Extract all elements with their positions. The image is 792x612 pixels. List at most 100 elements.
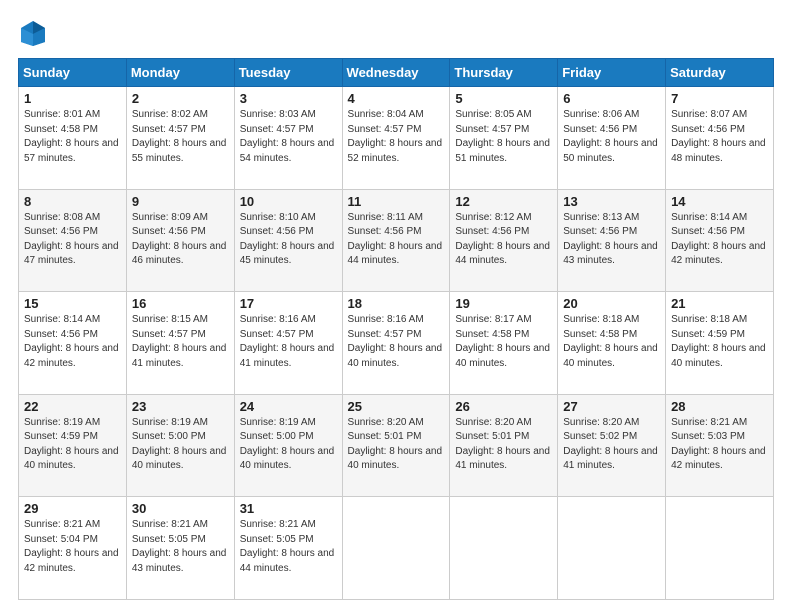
cell-text: Sunrise: 8:04 AMSunset: 4:57 PMDaylight:…	[348, 109, 443, 164]
cell-text: Sunrise: 8:15 AMSunset: 4:57 PMDaylight:…	[132, 314, 227, 369]
calendar-week-5: 29 Sunrise: 8:21 AMSunset: 5:04 PMDayligh…	[19, 497, 774, 600]
day-number: 4	[348, 91, 445, 106]
calendar-cell	[666, 497, 774, 600]
cell-text: Sunrise: 8:20 AMSunset: 5:01 PMDaylight:…	[348, 417, 443, 472]
cell-text: Sunrise: 8:14 AMSunset: 4:56 PMDaylight:…	[24, 314, 119, 369]
day-number: 6	[563, 91, 660, 106]
day-number: 20	[563, 296, 660, 311]
day-number: 25	[348, 399, 445, 414]
logo-icon	[18, 18, 48, 48]
day-number: 19	[455, 296, 552, 311]
calendar-cell	[450, 497, 558, 600]
day-number: 9	[132, 194, 229, 209]
calendar-cell	[342, 497, 450, 600]
cell-text: Sunrise: 8:16 AMSunset: 4:57 PMDaylight:…	[240, 314, 335, 369]
day-number: 16	[132, 296, 229, 311]
cell-text: Sunrise: 8:06 AMSunset: 4:56 PMDaylight:…	[563, 109, 658, 164]
day-number: 7	[671, 91, 768, 106]
cell-text: Sunrise: 8:21 AMSunset: 5:04 PMDaylight:…	[24, 519, 119, 574]
calendar-cell	[558, 497, 666, 600]
col-header-thursday: Thursday	[450, 59, 558, 87]
calendar-week-4: 22 Sunrise: 8:19 AMSunset: 4:59 PMDayligh…	[19, 394, 774, 497]
day-number: 29	[24, 501, 121, 516]
day-number: 1	[24, 91, 121, 106]
cell-text: Sunrise: 8:09 AMSunset: 4:56 PMDaylight:…	[132, 212, 227, 267]
day-number: 31	[240, 501, 337, 516]
calendar-cell: 27 Sunrise: 8:20 AMSunset: 5:02 PMDayligh…	[558, 394, 666, 497]
day-number: 21	[671, 296, 768, 311]
col-header-saturday: Saturday	[666, 59, 774, 87]
cell-text: Sunrise: 8:11 AMSunset: 4:56 PMDaylight:…	[348, 212, 443, 267]
calendar-cell: 25 Sunrise: 8:20 AMSunset: 5:01 PMDayligh…	[342, 394, 450, 497]
cell-text: Sunrise: 8:18 AMSunset: 4:58 PMDaylight:…	[563, 314, 658, 369]
cell-text: Sunrise: 8:20 AMSunset: 5:01 PMDaylight:…	[455, 417, 550, 472]
day-number: 12	[455, 194, 552, 209]
day-number: 3	[240, 91, 337, 106]
logo	[18, 18, 52, 48]
col-header-sunday: Sunday	[19, 59, 127, 87]
calendar-cell: 17 Sunrise: 8:16 AMSunset: 4:57 PMDayligh…	[234, 292, 342, 395]
calendar-cell: 4 Sunrise: 8:04 AMSunset: 4:57 PMDaylight…	[342, 87, 450, 190]
day-number: 24	[240, 399, 337, 414]
cell-text: Sunrise: 8:19 AMSunset: 5:00 PMDaylight:…	[240, 417, 335, 472]
day-number: 2	[132, 91, 229, 106]
cell-text: Sunrise: 8:14 AMSunset: 4:56 PMDaylight:…	[671, 212, 766, 267]
day-number: 10	[240, 194, 337, 209]
cell-text: Sunrise: 8:10 AMSunset: 4:56 PMDaylight:…	[240, 212, 335, 267]
calendar-cell: 20 Sunrise: 8:18 AMSunset: 4:58 PMDayligh…	[558, 292, 666, 395]
calendar-cell: 9 Sunrise: 8:09 AMSunset: 4:56 PMDaylight…	[126, 189, 234, 292]
day-number: 11	[348, 194, 445, 209]
calendar-week-1: 1 Sunrise: 8:01 AMSunset: 4:58 PMDaylight…	[19, 87, 774, 190]
cell-text: Sunrise: 8:07 AMSunset: 4:56 PMDaylight:…	[671, 109, 766, 164]
header	[18, 18, 774, 48]
day-number: 22	[24, 399, 121, 414]
cell-text: Sunrise: 8:13 AMSunset: 4:56 PMDaylight:…	[563, 212, 658, 267]
calendar-cell: 21Sunrise: 8:18 AMSunset: 4:59 PMDayligh…	[666, 292, 774, 395]
day-number: 17	[240, 296, 337, 311]
calendar-cell: 24 Sunrise: 8:19 AMSunset: 5:00 PMDayligh…	[234, 394, 342, 497]
col-header-tuesday: Tuesday	[234, 59, 342, 87]
cell-text: Sunrise: 8:12 AMSunset: 4:56 PMDaylight:…	[455, 212, 550, 267]
calendar-cell: 26Sunrise: 8:20 AMSunset: 5:01 PMDayligh…	[450, 394, 558, 497]
day-number: 30	[132, 501, 229, 516]
cell-text: Sunrise: 8:03 AMSunset: 4:57 PMDaylight:…	[240, 109, 335, 164]
day-number: 23	[132, 399, 229, 414]
calendar-cell: 12 Sunrise: 8:12 AMSunset: 4:56 PMDayligh…	[450, 189, 558, 292]
day-number: 5	[455, 91, 552, 106]
cell-text: Sunrise: 8:01 AMSunset: 4:58 PMDaylight:…	[24, 109, 119, 164]
cell-text: Sunrise: 8:05 AMSunset: 4:57 PMDaylight:…	[455, 109, 550, 164]
cell-text: Sunrise: 8:20 AMSunset: 5:02 PMDaylight:…	[563, 417, 658, 472]
col-header-friday: Friday	[558, 59, 666, 87]
calendar-cell: 15Sunrise: 8:14 AMSunset: 4:56 PMDayligh…	[19, 292, 127, 395]
cell-text: Sunrise: 8:19 AMSunset: 5:00 PMDaylight:…	[132, 417, 227, 472]
calendar-cell: 10 Sunrise: 8:10 AMSunset: 4:56 PMDayligh…	[234, 189, 342, 292]
calendar-week-2: 8Sunrise: 8:08 AMSunset: 4:56 PMDaylight…	[19, 189, 774, 292]
calendar-cell: 23 Sunrise: 8:19 AMSunset: 5:00 PMDayligh…	[126, 394, 234, 497]
cell-text: Sunrise: 8:08 AMSunset: 4:56 PMDaylight:…	[24, 212, 119, 267]
calendar-cell: 2 Sunrise: 8:02 AMSunset: 4:57 PMDaylight…	[126, 87, 234, 190]
day-number: 28	[671, 399, 768, 414]
cell-text: Sunrise: 8:19 AMSunset: 4:59 PMDaylight:…	[24, 417, 119, 472]
cell-text: Sunrise: 8:21 AMSunset: 5:05 PMDaylight:…	[240, 519, 335, 574]
day-number: 13	[563, 194, 660, 209]
cell-text: Sunrise: 8:17 AMSunset: 4:58 PMDaylight:…	[455, 314, 550, 369]
calendar-cell: 1 Sunrise: 8:01 AMSunset: 4:58 PMDaylight…	[19, 87, 127, 190]
calendar-cell: 11 Sunrise: 8:11 AMSunset: 4:56 PMDayligh…	[342, 189, 450, 292]
calendar-cell: 3 Sunrise: 8:03 AMSunset: 4:57 PMDaylight…	[234, 87, 342, 190]
calendar-week-3: 15Sunrise: 8:14 AMSunset: 4:56 PMDayligh…	[19, 292, 774, 395]
cell-text: Sunrise: 8:21 AMSunset: 5:05 PMDaylight:…	[132, 519, 227, 574]
day-number: 18	[348, 296, 445, 311]
calendar-cell: 31 Sunrise: 8:21 AMSunset: 5:05 PMDayligh…	[234, 497, 342, 600]
day-number: 14	[671, 194, 768, 209]
calendar-table: SundayMondayTuesdayWednesdayThursdayFrid…	[18, 58, 774, 600]
calendar-cell: 5 Sunrise: 8:05 AMSunset: 4:57 PMDaylight…	[450, 87, 558, 190]
calendar-cell: 13 Sunrise: 8:13 AMSunset: 4:56 PMDayligh…	[558, 189, 666, 292]
cell-text: Sunrise: 8:16 AMSunset: 4:57 PMDaylight:…	[348, 314, 443, 369]
calendar-cell: 14 Sunrise: 8:14 AMSunset: 4:56 PMDayligh…	[666, 189, 774, 292]
day-number: 27	[563, 399, 660, 414]
cell-text: Sunrise: 8:02 AMSunset: 4:57 PMDaylight:…	[132, 109, 227, 164]
col-header-wednesday: Wednesday	[342, 59, 450, 87]
calendar-cell: 16 Sunrise: 8:15 AMSunset: 4:57 PMDayligh…	[126, 292, 234, 395]
calendar-cell: 30 Sunrise: 8:21 AMSunset: 5:05 PMDayligh…	[126, 497, 234, 600]
calendar-cell: 22 Sunrise: 8:19 AMSunset: 4:59 PMDayligh…	[19, 394, 127, 497]
